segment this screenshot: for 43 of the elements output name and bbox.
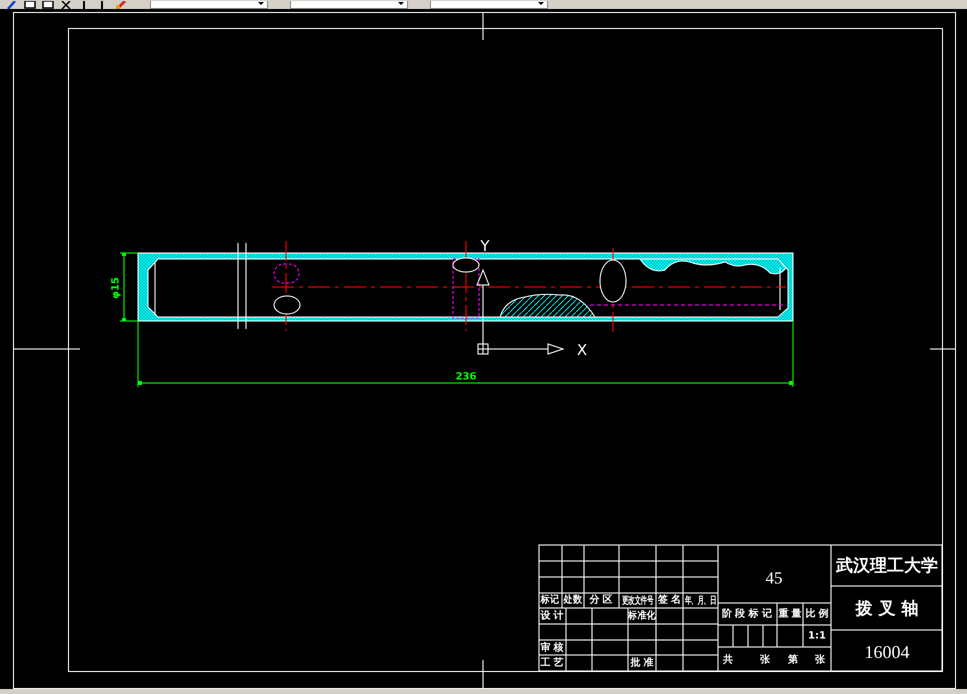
drawing-number: 16004 [864,642,910,662]
table-label: 更改文件号 [622,594,654,606]
axis-label: Y [480,237,490,255]
table-label: 标记 [540,594,560,606]
centering-mark [482,660,484,688]
table-label: 标准化 [628,610,656,622]
caret-icon [538,2,544,6]
caret-icon [398,2,404,6]
cross-icon[interactable] [60,1,72,9]
ucs-axis-icon [476,268,565,355]
pencil-icon[interactable] [6,1,18,9]
material-text: 45 [766,568,782,588]
dropdown-field[interactable] [150,1,268,9]
scale-text: 1:1 [808,630,826,642]
table-label: 张 [760,654,770,666]
centering-mark [14,348,80,350]
table-label: 共 [723,654,733,666]
table-label: 重 量 [778,608,802,620]
centering-mark [482,12,484,40]
school-name: 武汉理工大学 [836,556,938,576]
brush-icon[interactable] [114,1,128,9]
axis-label: X [576,341,588,359]
table-label: 批 准 [630,658,654,668]
table-label: 签 名 [658,594,682,606]
table-label: 审 核 [540,642,564,654]
table-label: 比 例 [805,608,829,620]
window-icon[interactable] [42,1,54,9]
dimension-text: φ15 [110,277,122,299]
window-icon[interactable] [24,1,36,9]
table-label: 第 [788,654,798,666]
table-label: 年、月、日 [684,594,716,606]
table-label: 张 [815,654,825,666]
part-name: 拨 叉 轴 [856,599,918,619]
table-label: 分 区 [589,594,613,606]
caret-icon [258,2,264,6]
table-label: 处数 [564,594,582,606]
table-label: 阶 段 标 记 [722,608,772,620]
dropdown-field[interactable] [430,1,548,9]
table-label: 工 艺 [540,658,564,668]
dropdown-field[interactable] [290,1,408,9]
centering-mark [930,348,956,350]
dimension-text: 236 [456,372,476,382]
table-label: 设 计 [540,610,564,622]
